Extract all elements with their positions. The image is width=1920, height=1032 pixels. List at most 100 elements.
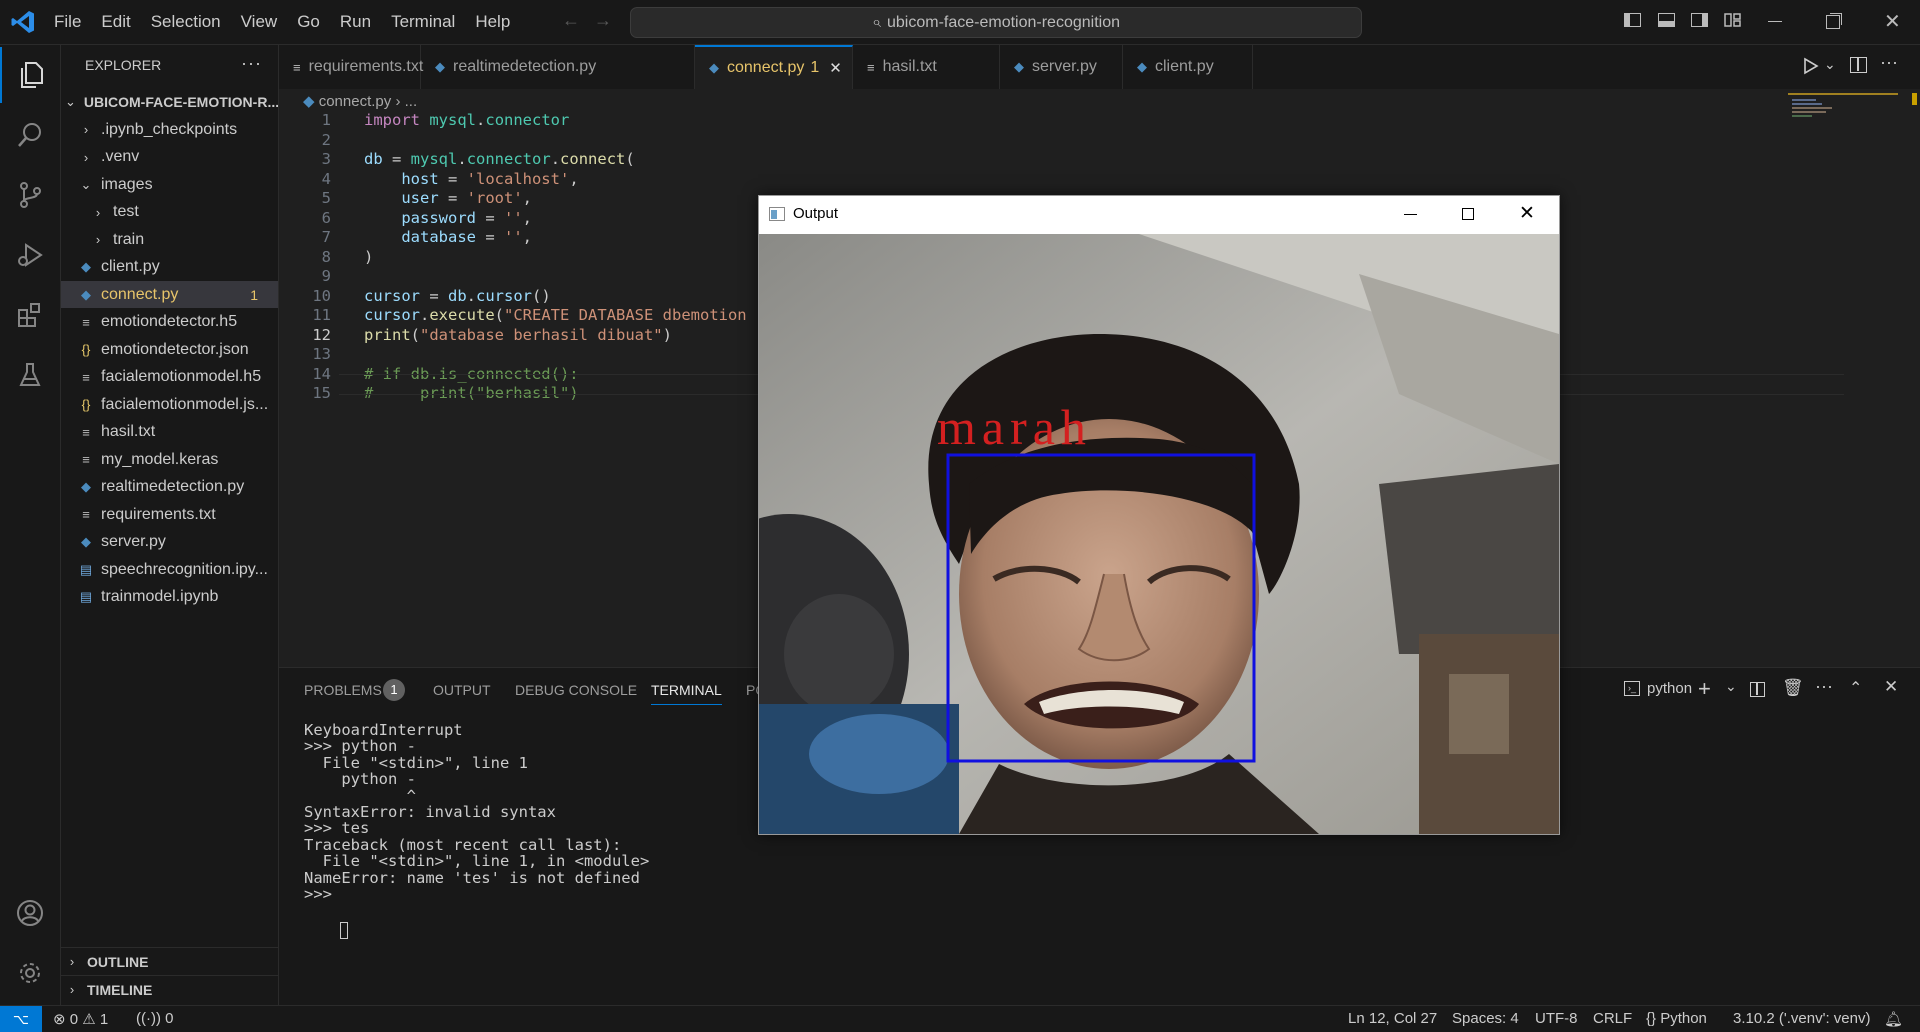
file-tree-item[interactable]: ⌄ images xyxy=(61,171,278,198)
line-number: 9 xyxy=(321,267,331,285)
language-mode[interactable]: {} Python xyxy=(1646,1010,1707,1027)
project-folder[interactable]: ⌄ UBICOM-FACE-EMOTION-R... xyxy=(61,88,278,115)
file-tree-item[interactable]: › test xyxy=(61,199,278,226)
remote-indicator[interactable]: ⌥ xyxy=(0,1006,42,1032)
menu-selection[interactable]: Selection xyxy=(141,12,231,32)
trash-icon[interactable]: 🗑 xyxy=(1782,678,1804,698)
line-number: 10 xyxy=(312,286,331,305)
file-tree-item[interactable]: ≡ hasil.txt xyxy=(61,419,278,446)
manage-activity[interactable] xyxy=(0,945,60,1001)
file-tree-item[interactable]: ▤ trainmodel.ipynb xyxy=(61,584,278,611)
window-restore-button[interactable] xyxy=(1826,15,1840,29)
split-terminal-icon[interactable] xyxy=(1750,682,1765,697)
notifications-bell-icon[interactable]: 🔔︎ xyxy=(1884,1010,1903,1028)
tab-server-py[interactable]: ◆ server.py xyxy=(1000,45,1123,89)
file-tree-item[interactable]: ◆ connect.py 1 xyxy=(61,281,278,308)
file-tree-item[interactable]: {} emotiondetector.json xyxy=(61,336,278,363)
toggle-secondary-sidebar-icon[interactable] xyxy=(1691,13,1708,27)
indentation[interactable]: Spaces: 4 xyxy=(1452,1010,1519,1027)
ports-status[interactable]: ((·)) 0 xyxy=(136,1010,174,1027)
file-tree-item[interactable]: › train xyxy=(61,226,278,253)
breadcrumb-rest[interactable]: ... xyxy=(405,93,418,110)
menu-edit[interactable]: Edit xyxy=(91,12,140,32)
editor-more-actions-icon[interactable]: ··· xyxy=(1880,52,1898,73)
webcam-image: marah xyxy=(759,234,1559,834)
forward-arrow-icon[interactable]: → xyxy=(594,10,612,31)
outline-section[interactable]: › OUTLINE xyxy=(61,947,278,975)
breadcrumb-file[interactable]: connect.py xyxy=(319,93,392,110)
run-debug-activity[interactable] xyxy=(0,227,60,283)
output-window-titlebar[interactable]: Output ✕ xyxy=(759,196,1559,233)
file-tree-item[interactable]: ≡ emotiondetector.h5 xyxy=(61,309,278,336)
line-ending[interactable]: CRLF xyxy=(1593,1010,1632,1027)
menu-help[interactable]: Help xyxy=(465,12,520,32)
tab-client-py[interactable]: ◆ client.py xyxy=(1123,45,1253,89)
file-tree-item[interactable]: ◆ server.py xyxy=(61,529,278,556)
file-tree-item[interactable]: › .ipynb_checkpoints xyxy=(61,116,278,143)
customize-layout-icon[interactable] xyxy=(1724,13,1741,27)
output-close-button[interactable]: ✕ xyxy=(1519,202,1535,225)
accounts-activity[interactable] xyxy=(0,885,60,941)
problems-status[interactable]: ⊗ 0 ⚠ 1 xyxy=(53,1010,108,1028)
tab-debug-console[interactable]: DEBUG CONSOLE xyxy=(515,682,637,698)
file-tree-item[interactable]: {} facialemotionmodel.js... xyxy=(61,391,278,418)
file-lines-icon: ≡ xyxy=(293,59,301,75)
output-window[interactable]: Output ✕ marah xyxy=(758,195,1560,835)
window-minimize-button[interactable] xyxy=(1768,21,1782,22)
testing-activity[interactable] xyxy=(0,347,60,403)
chevron-down-icon[interactable]: ⌄ xyxy=(1725,678,1737,695)
menu-view[interactable]: View xyxy=(231,12,288,32)
menu-run[interactable]: Run xyxy=(330,12,381,32)
output-maximize-button[interactable] xyxy=(1462,208,1474,220)
tab-hasil-txt[interactable]: ≡ hasil.txt xyxy=(853,45,1000,89)
search-activity[interactable] xyxy=(0,107,60,163)
output-minimize-button[interactable] xyxy=(1404,214,1417,215)
outline-label: OUTLINE xyxy=(87,953,149,970)
toggle-panel-icon[interactable] xyxy=(1658,13,1675,27)
source-control-icon xyxy=(20,182,41,208)
split-editor-icon[interactable] xyxy=(1850,57,1867,73)
file-tree-item[interactable]: ▤ speechrecognition.ipy... xyxy=(61,556,278,583)
python-interpreter[interactable]: 3.10.2 ('.venv': venv) xyxy=(1733,1010,1870,1027)
tab-requirements-txt[interactable]: ≡ requirements.txt xyxy=(279,45,423,89)
file-tree-item[interactable]: ≡ my_model.keras xyxy=(61,446,278,473)
more-actions-icon[interactable]: ··· xyxy=(241,53,262,74)
menu-file[interactable]: File xyxy=(44,12,91,32)
close-panel-icon[interactable]: ✕ xyxy=(1884,677,1898,697)
menu-terminal[interactable]: Terminal xyxy=(381,12,465,32)
file-tree-item[interactable]: › .venv xyxy=(61,144,278,171)
panel-more-actions-icon[interactable]: ··· xyxy=(1815,676,1833,697)
cursor-position[interactable]: Ln 12, Col 27 xyxy=(1348,1010,1437,1027)
terminal-shell-selector[interactable]: ›_ python xyxy=(1624,680,1692,697)
toggle-primary-sidebar-icon[interactable] xyxy=(1624,13,1641,27)
file-tree-item[interactable]: ≡ requirements.txt xyxy=(61,501,278,528)
python-icon: ◆ xyxy=(81,534,91,549)
tab-output[interactable]: OUTPUT xyxy=(433,682,491,698)
menu-go[interactable]: Go xyxy=(287,12,330,32)
extensions-activity[interactable] xyxy=(0,287,60,343)
run-python-file-icon[interactable] xyxy=(1803,57,1819,80)
tab-terminal[interactable]: TERMINAL xyxy=(651,682,722,705)
timeline-section[interactable]: › TIMELINE xyxy=(61,975,278,1003)
encoding[interactable]: UTF-8 xyxy=(1535,1010,1578,1027)
new-terminal-icon[interactable]: + xyxy=(1698,676,1711,702)
maximize-panel-icon[interactable]: ⌃ xyxy=(1849,678,1862,698)
json-icon: {} xyxy=(81,342,91,357)
file-tree-item[interactable]: ◆ realtimedetection.py xyxy=(61,474,278,501)
minimap[interactable] xyxy=(1788,93,1898,123)
command-center-search[interactable]: ⌕ ubicom-face-emotion-recognition xyxy=(630,7,1362,38)
tab-realtimedetection-py[interactable]: ◆ realtimedetection.py xyxy=(421,45,695,89)
code-line: ) xyxy=(364,247,374,266)
run-dropdown-icon[interactable]: ⌄ xyxy=(1824,56,1836,73)
file-tree-item-label: emotiondetector.json xyxy=(101,340,249,358)
tab-problems[interactable]: PROBLEMS xyxy=(304,682,382,698)
file-tree-item[interactable]: ◆ client.py xyxy=(61,254,278,281)
source-control-activity[interactable] xyxy=(0,167,60,223)
close-icon[interactable]: ✕ xyxy=(829,59,842,77)
explorer-activity[interactable] xyxy=(0,47,60,103)
back-arrow-icon[interactable]: ← xyxy=(562,10,580,31)
file-tree-item-label: facialemotionmodel.js... xyxy=(101,395,269,413)
file-tree-item[interactable]: ≡ facialemotionmodel.h5 xyxy=(61,364,278,391)
tab-connect-py[interactable]: ◆ connect.py 1 ✕ xyxy=(695,45,853,89)
window-close-button[interactable]: ✕ xyxy=(1884,9,1901,34)
